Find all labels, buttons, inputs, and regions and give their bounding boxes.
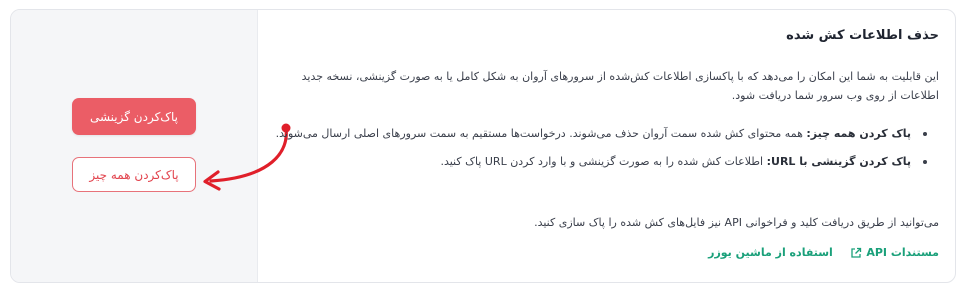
bullet-term: پاک کردن همه چیز: [806,127,911,140]
bullet-dot [923,132,927,136]
bullet-text: اطلاعات کش شده را به صورت گزینشی و با وا… [440,155,767,168]
bullet-term: پاک کردن گزینشی با URL: [766,155,911,168]
purge-cache-card: پاک‌کردن گزینشی پاک‌کردن همه چیز حذف اطل… [10,9,956,283]
doc-links: مستندات API استفاده از ماشین یوزر [708,246,939,259]
list-item: پاک کردن همه چیز: همه محتوای کش شده سمت … [271,124,939,143]
list-item: پاک کردن گزینشی با URL: اطلاعات کش شده ر… [271,152,939,171]
external-link-icon [851,247,862,258]
purge-options-list: پاک کردن همه چیز: همه محتوای کش شده سمت … [271,124,939,180]
section-description: این قابلیت به شما این امکان را می‌دهد که… [301,70,939,102]
section-title: حذف اطلاعات کش شده [786,28,939,43]
purge-selective-button[interactable]: پاک‌کردن گزینشی [72,98,196,135]
purge-all-button[interactable]: پاک‌کردن همه چیز [72,157,196,192]
api-note: می‌توانید از طریق دریافت کلید و فراخوانی… [534,216,939,229]
bullet-text: همه محتوای کش شده سمت آروان حذف می‌شوند.… [275,127,807,140]
machine-user-link[interactable]: استفاده از ماشین یوزر [708,246,833,259]
bullet-dot [923,160,927,164]
api-docs-link[interactable]: مستندات API [850,246,939,259]
api-docs-label: مستندات API [866,246,939,259]
